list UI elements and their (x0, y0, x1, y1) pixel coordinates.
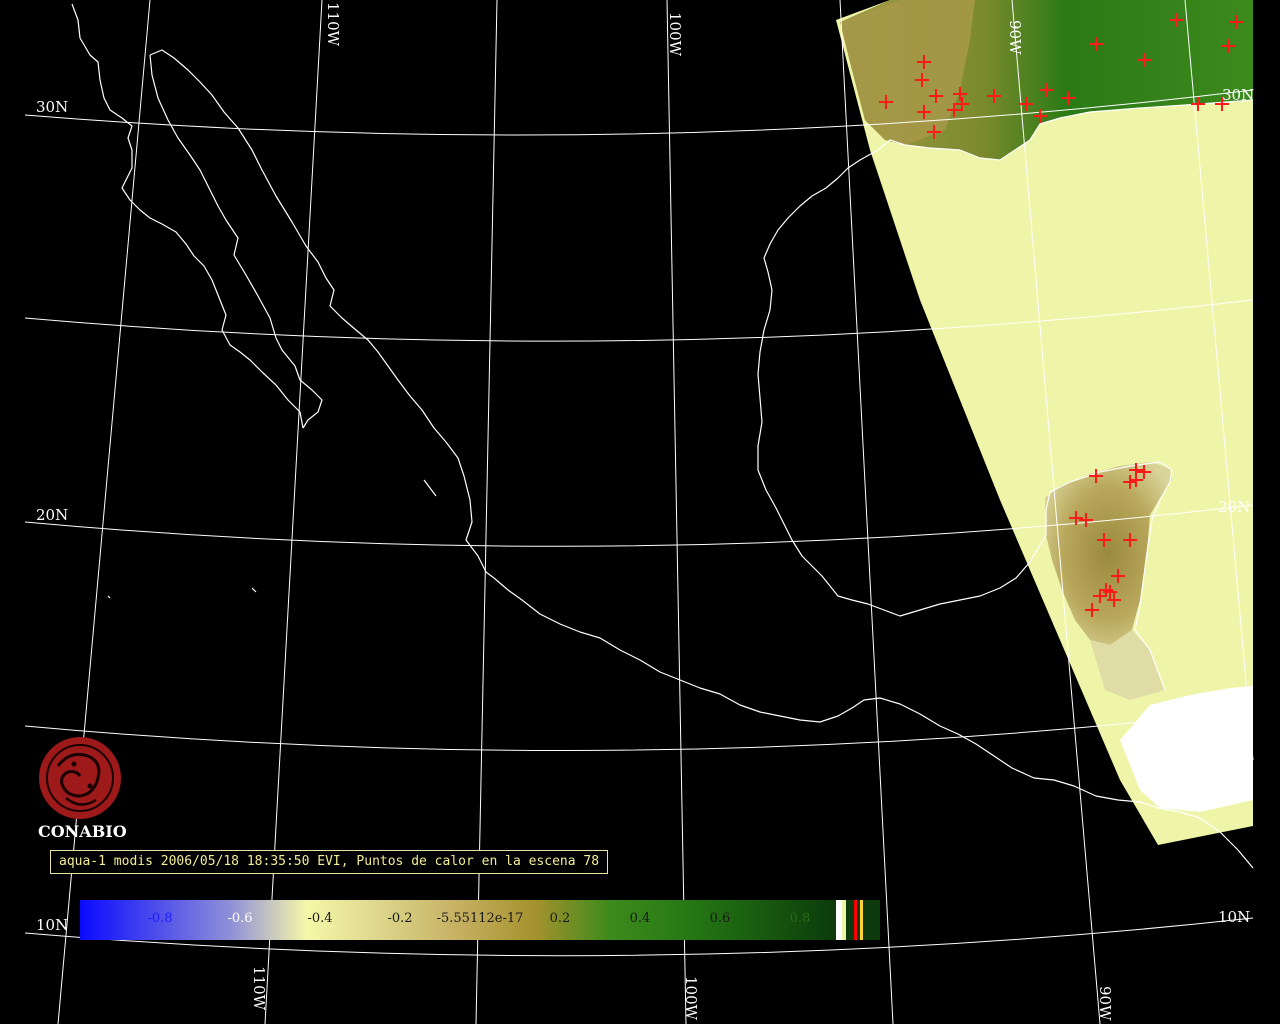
colorbar-swatch-1 (842, 900, 846, 940)
label-lat-10n-east: 10N (1218, 908, 1250, 926)
label-lon-100w-top: 100W (666, 12, 684, 57)
meridian-100w (666, 0, 687, 1024)
colorbar-tick-label: 0.4 (629, 911, 651, 926)
colorbar-tick-label: 0.8 (789, 911, 811, 926)
scene-caption: aqua-1 modis 2006/05/18 18:35:50 EVI, Pu… (50, 850, 609, 874)
label-lat-10n: 10N (36, 916, 68, 934)
coast-baja-west (71, 3, 304, 429)
colorbar-tick-label: -0.4 (307, 911, 333, 926)
parallel-15n (24, 709, 1254, 751)
colorbar-swatch-2 (854, 900, 857, 940)
colorbar-tick-label: -0.8 (147, 911, 173, 926)
conabio-emblem-icon (39, 737, 121, 819)
colorbar-tick-label: -0.2 (387, 911, 413, 926)
coast-baja-east (149, 54, 323, 429)
label-lat-30n: 30N (36, 98, 68, 116)
label-lat-20n: 20N (36, 506, 68, 524)
colorbar-tick-label: -5.55112e-17 (436, 911, 524, 926)
evi-colorbar: -0.8 -0.6 -0.4 -0.2 -5.55112e-17 0.2 0.4 0.6 0.8 (80, 900, 880, 940)
colorbar-tick-label: 0.6 (709, 911, 731, 926)
label-lon-90w-top: 90W (1006, 20, 1024, 55)
label-lon-110w-top: 110W (324, 2, 342, 47)
coast-sonora-sinaloa (149, 49, 495, 579)
label-lon-110w-bottom: 110W (250, 966, 268, 1011)
satellite-swath (836, 0, 1253, 845)
colorbar-tick-label: -0.6 (227, 911, 253, 926)
label-lat-20n-east: 20N (1218, 498, 1250, 516)
label-lat-30n-east: 30N (1222, 86, 1254, 104)
colorbar-tick-label: 0.2 (549, 911, 571, 926)
label-lon-100w-bottom: 100W (682, 976, 700, 1021)
label-lon-90w-bottom: 90W (1096, 986, 1114, 1021)
map-viewer: 30N 20N 10N 20N 10N 30N 110W 100W 90W 11… (0, 0, 1280, 1024)
conabio-wordmark: CONABIO (38, 822, 127, 841)
colorbar-swatch-3 (860, 900, 863, 940)
colorbar-extra-swatches (836, 900, 880, 940)
